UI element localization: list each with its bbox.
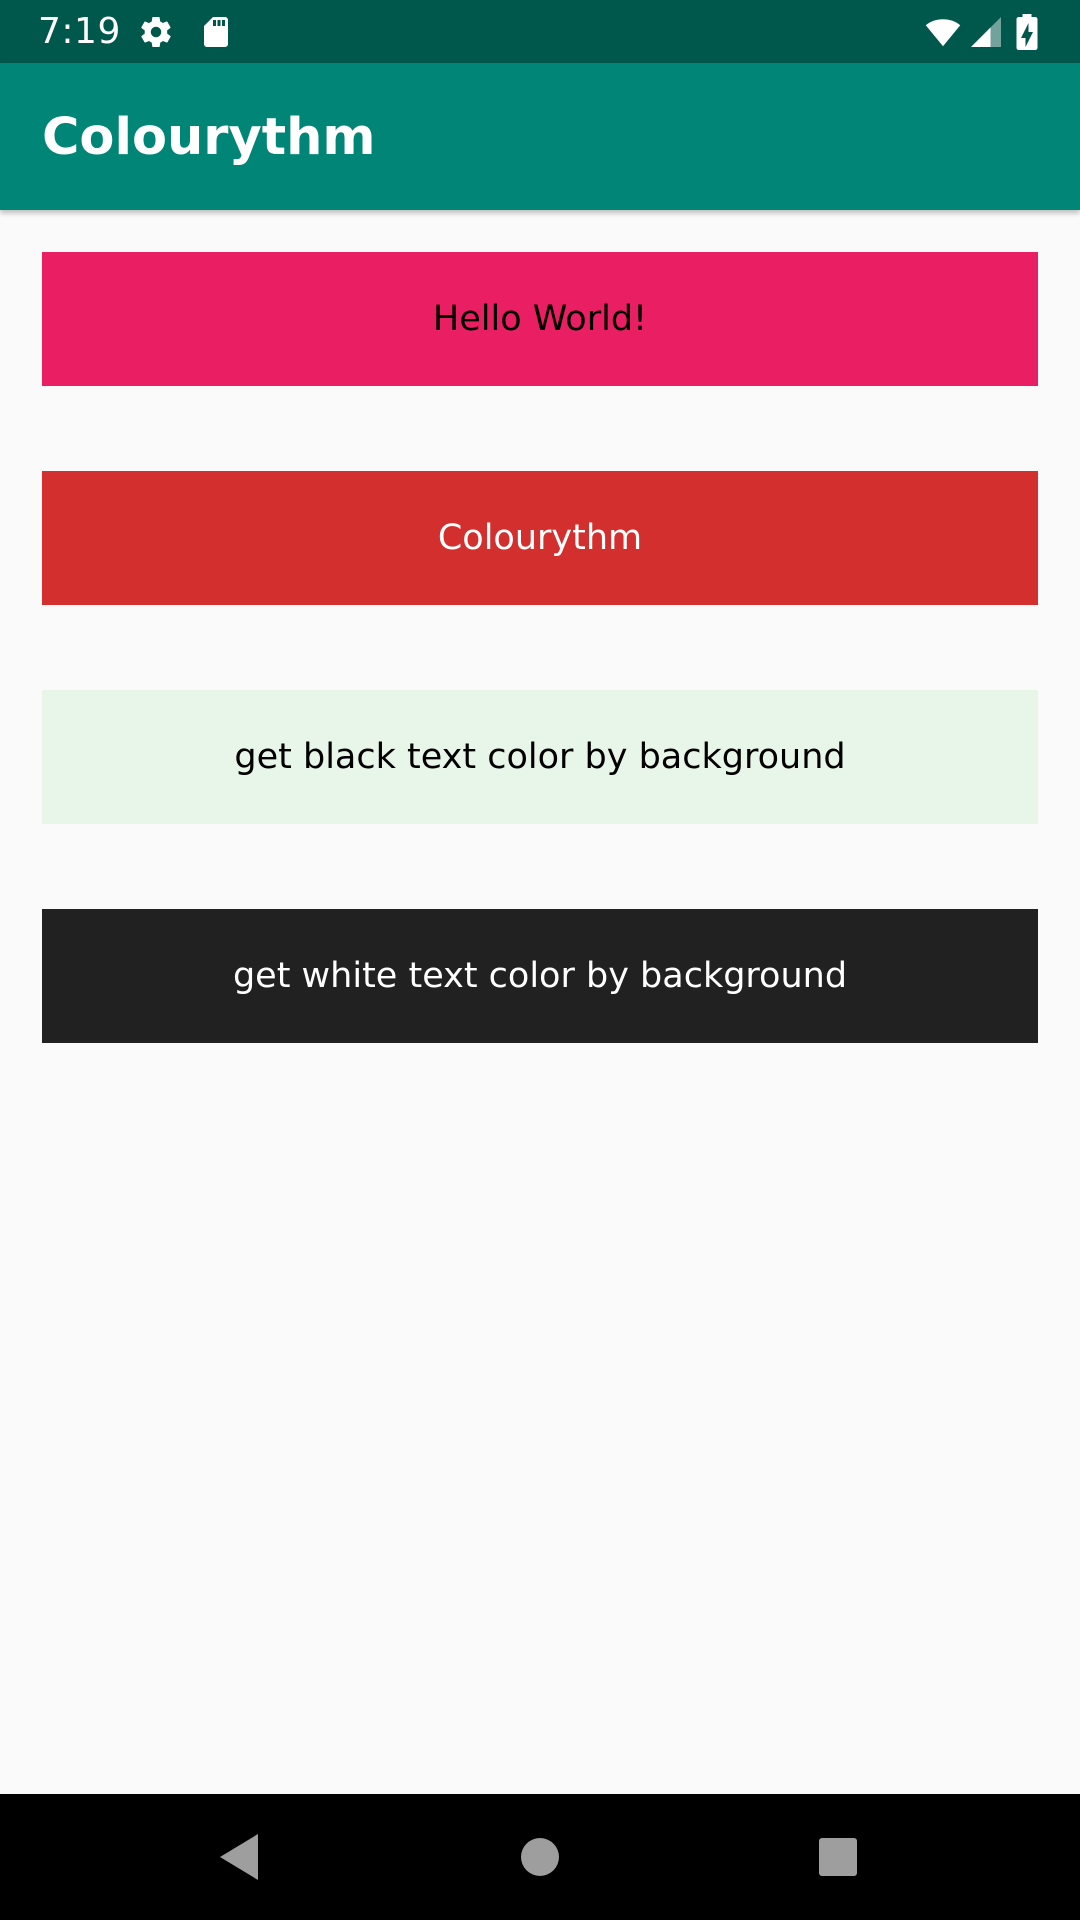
colourythm-box: Colourythm xyxy=(42,471,1038,605)
navigation-bar xyxy=(0,1794,1080,1920)
white-text-box: get white text color by background xyxy=(42,909,1038,1043)
battery-charging-icon xyxy=(1012,14,1042,50)
home-icon[interactable] xyxy=(507,1824,573,1890)
wifi-icon xyxy=(922,14,964,50)
status-time: 7:19 xyxy=(38,11,121,52)
app-bar: Colourythm xyxy=(0,63,1080,210)
sd-card-icon xyxy=(198,14,234,50)
cell-signal-icon xyxy=(968,14,1004,50)
back-icon[interactable] xyxy=(206,1824,272,1890)
hello-world-box: Hello World! xyxy=(42,252,1038,386)
app-title: Colourythm xyxy=(42,108,376,167)
settings-gear-icon xyxy=(138,14,174,50)
black-text-box: get black text color by background xyxy=(42,690,1038,824)
recents-icon[interactable] xyxy=(805,1824,871,1890)
status-bar: 7:19 xyxy=(0,0,1080,63)
